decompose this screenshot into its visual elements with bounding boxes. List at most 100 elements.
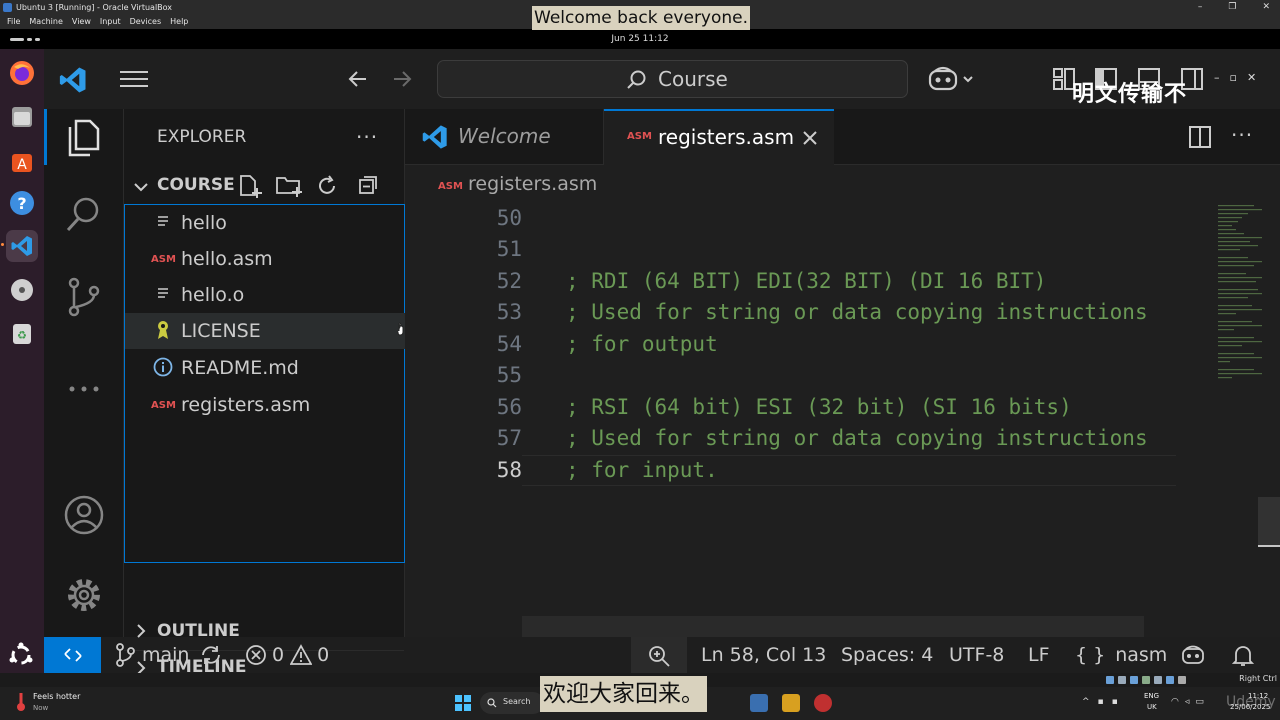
code-line: 53; Used for string or data copying inst… [496, 300, 1148, 324]
subtitle-chinese: 欢迎大家回来。 [540, 676, 707, 712]
tray-app-icon[interactable]: ▪ [1098, 697, 1104, 707]
activities-button[interactable] [10, 38, 40, 41]
tray-chevron-icon[interactable]: ^ [1082, 697, 1090, 707]
tab-bar: Welcome ASM registers.asm ··· [405, 109, 1280, 166]
back-arrow-icon[interactable] [346, 67, 370, 95]
search-view-icon[interactable] [62, 193, 106, 237]
menu-view[interactable]: View [72, 15, 91, 29]
info-icon [151, 357, 175, 380]
new-folder-icon[interactable] [275, 173, 303, 199]
search-icon [627, 70, 646, 89]
copilot-status-icon[interactable] [1180, 644, 1206, 666]
firefox-icon[interactable] [6, 57, 38, 89]
branch-indicator[interactable]: main [114, 637, 223, 673]
language-name: nasm [1115, 644, 1168, 666]
file-item[interactable]: hello.o [125, 277, 405, 313]
ubuntu-clock[interactable]: Jun 25 11:12 [611, 34, 668, 44]
braces-icon: { } [1075, 644, 1106, 666]
svg-text:?: ? [17, 194, 26, 213]
breadcrumb-file[interactable]: registers.asm [468, 173, 597, 195]
weather-icon[interactable] [12, 691, 30, 713]
virtualbox-icon [3, 3, 12, 12]
problems-indicator[interactable]: 0 0 [245, 637, 329, 673]
files-icon[interactable] [6, 101, 38, 133]
taskbar-app-icon[interactable] [750, 694, 768, 712]
windows-start-icon[interactable] [455, 695, 471, 711]
vbox-window-title: Ubuntu 3 [Running] - Oracle VirtualBox [16, 3, 173, 12]
horizontal-scrollbar[interactable] [522, 616, 1144, 637]
close-icon[interactable] [802, 130, 818, 146]
encoding[interactable]: UTF-8 [949, 644, 1004, 666]
forward-arrow-icon[interactable] [390, 67, 414, 95]
accounts-icon[interactable] [62, 493, 106, 537]
menu-devices[interactable]: Devices [130, 15, 162, 29]
command-center-search[interactable]: Course [437, 60, 908, 98]
help-icon[interactable]: ? [6, 187, 38, 219]
file-name: registers.asm [181, 394, 311, 416]
minimap[interactable] [1180, 203, 1280, 637]
collapse-all-icon[interactable] [357, 174, 379, 196]
language-mode[interactable]: { } nasm [1075, 644, 1167, 666]
battery-icon[interactable]: ▭ [1195, 697, 1204, 707]
app-center-icon[interactable]: A [6, 145, 38, 177]
taskbar-app-icon[interactable] [814, 694, 832, 712]
asm-icon: ASM [627, 131, 652, 142]
menu-input[interactable]: Input [100, 15, 121, 29]
refresh-icon[interactable] [315, 174, 339, 198]
file-item[interactable]: LICENSE [125, 313, 405, 349]
file-item[interactable]: ASM hello.asm [125, 241, 405, 277]
split-editor-icon[interactable] [1188, 125, 1212, 149]
taskbar-app-icon[interactable] [782, 694, 800, 712]
tray-app-icon[interactable]: ▪ [1112, 697, 1118, 707]
lines-icon [151, 214, 175, 233]
indentation[interactable]: Spaces: 4 [841, 644, 933, 666]
license-icon [151, 319, 175, 344]
tab-registers-asm[interactable]: ASM registers.asm [604, 109, 834, 166]
folder-header-course[interactable]: COURSE [124, 169, 404, 205]
taskbar-search[interactable]: Search [480, 692, 544, 714]
folder-name: COURSE [157, 175, 235, 195]
code-area[interactable]: 50 51 52; RDI (64 BIT) EDI(32 BIT) (DI 1… [405, 203, 1176, 616]
vscode-window: Course – ▫ ✕ 明文传输不 bilibili [44, 49, 1280, 677]
notifications-bell-icon[interactable] [1232, 644, 1254, 668]
remote-indicator[interactable] [44, 637, 101, 673]
close-button[interactable]: ✕ [1262, 0, 1270, 15]
source-control-icon[interactable] [62, 275, 106, 319]
explorer-icon[interactable] [62, 115, 106, 159]
cursor-position[interactable]: Ln 58, Col 13 [701, 644, 826, 666]
more-views-icon[interactable] [62, 367, 106, 411]
code-line: 54; for output [496, 332, 718, 356]
file-item[interactable]: ASM registers.asm [125, 387, 405, 423]
udemy-watermark: Udemy [1226, 694, 1276, 710]
error-icon [246, 645, 266, 665]
vscode-dock-icon[interactable] [6, 230, 38, 262]
minimize-button[interactable]: – [1198, 0, 1203, 15]
menu-help[interactable]: Help [170, 15, 188, 29]
trash-icon[interactable]: ♻ [6, 317, 38, 349]
tab-welcome[interactable]: Welcome [405, 109, 604, 165]
copilot-icon[interactable] [928, 65, 976, 97]
menu-file[interactable]: File [7, 15, 20, 29]
menu-machine[interactable]: Machine [29, 15, 63, 29]
zoom-indicator[interactable] [631, 637, 687, 673]
disc-icon[interactable] [6, 274, 38, 306]
end-of-line[interactable]: LF [1028, 644, 1050, 666]
new-file-icon[interactable] [237, 173, 263, 199]
file-item[interactable]: README.md [125, 350, 405, 386]
vscode-titlebar: Course – ▫ ✕ 明文传输不 bilibili [44, 49, 1280, 143]
explorer-sidebar: EXPLORER ··· COURSE hello ASM hello.asm [124, 109, 405, 677]
breadcrumb: ASM registers.asm [405, 165, 1280, 203]
editor-more-icon[interactable]: ··· [1231, 123, 1253, 147]
manage-gear-icon[interactable] [62, 573, 106, 617]
wifi-icon[interactable]: ◠ [1171, 697, 1179, 707]
sync-icon[interactable] [199, 644, 223, 666]
editor-group: Welcome ASM registers.asm ··· ASM regist… [405, 109, 1280, 637]
explorer-more-icon[interactable]: ··· [356, 125, 378, 149]
file-tree: hello ASM hello.asm hello.o LICENSE READ… [124, 204, 405, 563]
asm-icon: ASM [151, 399, 176, 411]
volume-icon[interactable]: ◃ [1185, 697, 1190, 707]
file-item[interactable]: hello [125, 205, 405, 241]
menu-hamburger-icon[interactable] [120, 69, 148, 93]
input-language[interactable]: ENG [1144, 692, 1159, 700]
maximize-button[interactable]: ❐ [1228, 0, 1236, 15]
